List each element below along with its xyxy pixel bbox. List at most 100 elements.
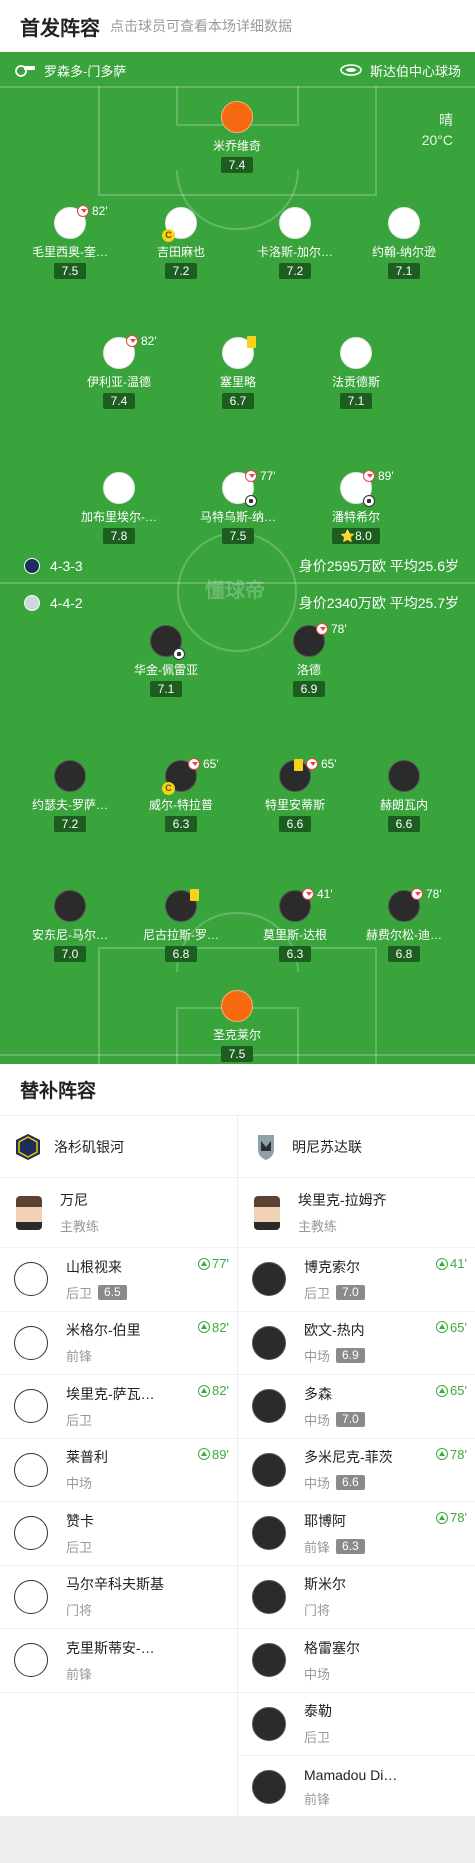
player-position: 中场 bbox=[304, 1476, 331, 1492]
sub-off-tag: 78' bbox=[316, 622, 347, 636]
best-player-star-icon: ⭐ bbox=[340, 529, 356, 543]
player-avatar bbox=[165, 889, 199, 922]
la-galaxy-logo-icon bbox=[24, 558, 40, 574]
player-avatar bbox=[14, 1325, 48, 1360]
player-avatar bbox=[252, 1706, 286, 1741]
player-name: 洛德 bbox=[296, 663, 321, 677]
player-rating: 7.0 bbox=[53, 946, 87, 962]
bench-player-row[interactable]: 克里斯蒂安-… 前锋 bbox=[0, 1629, 237, 1693]
player-avatar bbox=[14, 1389, 48, 1424]
bench-player-row[interactable]: 马尔辛科夫斯基 门将 bbox=[0, 1566, 237, 1629]
player-position: 中场 bbox=[304, 1666, 331, 1682]
bench-team-name: 明尼苏达联 bbox=[292, 1138, 362, 1155]
sub-off-icon bbox=[411, 888, 423, 900]
player-position: 前锋 bbox=[304, 1791, 331, 1807]
yellow-card-icon bbox=[190, 889, 199, 901]
sub-in-icon bbox=[198, 1321, 211, 1333]
away-formation: 4-4-2 bbox=[50, 595, 83, 611]
player-name: 埃里克-萨瓦… bbox=[66, 1385, 155, 1402]
bench-player-row[interactable]: 格雷塞尔 中场 bbox=[238, 1629, 475, 1693]
captain-badge: C bbox=[162, 229, 175, 242]
sub-in-tag: 65' bbox=[436, 1383, 467, 1398]
coach-name: 埃里克-拉姆齐 bbox=[298, 1192, 387, 1208]
player-away-def-3[interactable]: 41' 莫里斯-达根 6.3 bbox=[240, 887, 350, 962]
player-avatar bbox=[252, 1452, 286, 1487]
player-rating: 7.2 bbox=[278, 263, 312, 279]
player-away-gk[interactable]: 圣克莱尔 7.5 bbox=[182, 990, 292, 1062]
player-name: 多森 bbox=[304, 1385, 332, 1402]
player-home-def-1[interactable]: 82' 毛里西奥-奎… 7.5 bbox=[15, 204, 125, 279]
coach-name: 万尼 bbox=[60, 1192, 88, 1208]
bench-coach[interactable]: 埃里克-拉姆齐 主教练 bbox=[238, 1178, 475, 1248]
player-away-def-4[interactable]: 78' 赫费尔松-迪… 6.8 bbox=[349, 887, 459, 962]
referee-info[interactable]: 罗森多-门多萨 bbox=[14, 61, 126, 80]
sub-off-tag: 82' bbox=[126, 334, 157, 348]
bench-player-row[interactable]: 赞卡 后卫 bbox=[0, 1502, 237, 1566]
sub-off-icon bbox=[316, 623, 328, 635]
player-away-mid-3[interactable]: 65' 特里安蒂斯 6.6 bbox=[240, 757, 350, 832]
sub-in-tag: 41' bbox=[436, 1256, 467, 1271]
player-rating: 6.9 bbox=[292, 681, 326, 697]
bench-player-row[interactable]: 欧文-热内 中场 6.9 65' bbox=[238, 1312, 475, 1375]
player-home-fwd-1[interactable]: 加布里埃尔-… 7.8 bbox=[64, 472, 174, 544]
player-away-mid-2[interactable]: 65' C 威尔-特拉普 6.3 bbox=[126, 757, 236, 832]
bench-team-header[interactable]: 洛杉矶银河 bbox=[0, 1116, 237, 1178]
bench-coach[interactable]: 万尼 主教练 bbox=[0, 1178, 237, 1248]
player-name: 米乔维奇 bbox=[212, 139, 261, 153]
player-away-mid-1[interactable]: 约瑟夫-罗萨… 7.2 bbox=[15, 760, 125, 832]
player-home-fwd-3[interactable]: 89' 潘特希尔 ⭐8.0 bbox=[301, 469, 411, 544]
player-avatar bbox=[14, 1579, 48, 1614]
player-name: 华金-佩雷亚 bbox=[134, 663, 198, 677]
home-formation: 4-3-3 bbox=[50, 558, 83, 574]
player-name: 赞卡 bbox=[66, 1512, 94, 1529]
player-home-def-3[interactable]: 卡洛斯-加尔… 7.2 bbox=[240, 207, 350, 279]
player-home-fwd-2[interactable]: 77' 马特乌斯-纳… 7.5 bbox=[183, 469, 293, 544]
sub-in-icon bbox=[198, 1448, 211, 1460]
venue-info[interactable]: 斯达伯中心球场 bbox=[340, 61, 461, 80]
bench-player-row[interactable]: 斯米尔 门将 bbox=[238, 1566, 475, 1629]
player-avatar: 78' bbox=[293, 622, 347, 657]
player-name: 威尔-特拉普 bbox=[149, 798, 213, 812]
player-away-fwd-2[interactable]: 78' 洛德 6.9 bbox=[254, 622, 364, 697]
yellow-card-icon bbox=[294, 759, 303, 771]
bench-player-row[interactable]: 多米尼克-菲茨 中场 6.6 78' bbox=[238, 1439, 475, 1502]
sub-off-icon bbox=[302, 888, 314, 900]
player-home-def-2[interactable]: C 吉田麻也 7.2 bbox=[126, 207, 236, 279]
player-away-fwd-1[interactable]: 华金-佩雷亚 7.1 bbox=[111, 625, 221, 697]
bench-player-row[interactable]: 泰勒 后卫 bbox=[238, 1693, 475, 1756]
bench-player-row[interactable]: 山根视来 后卫 6.5 77' bbox=[0, 1248, 237, 1312]
bench-player-row[interactable]: 埃里克-萨瓦… 后卫 82' bbox=[0, 1375, 237, 1439]
sub-off-icon bbox=[245, 470, 257, 482]
player-avatar bbox=[14, 1262, 48, 1297]
sub-in-tag: 78' bbox=[436, 1447, 467, 1462]
bench-team-header[interactable]: 明尼苏达联 bbox=[238, 1116, 475, 1178]
player-name: 塞里略 bbox=[219, 375, 256, 389]
bench-player-row[interactable]: 博克索尔 后卫 7.0 41' bbox=[238, 1248, 475, 1312]
player-home-gk[interactable]: 米乔维奇 7.4 bbox=[182, 101, 292, 173]
player-home-mid-1[interactable]: 82' 伊利亚-温德 7.4 bbox=[64, 334, 174, 409]
bench-player-row[interactable]: 米格尔-伯里 前锋 82' bbox=[0, 1312, 237, 1375]
sub-in-icon bbox=[198, 1384, 211, 1397]
player-name: 圣克莱尔 bbox=[212, 1028, 261, 1042]
player-home-mid-2[interactable]: 塞里略 6.7 bbox=[183, 336, 293, 409]
sub-in-tag: 65' bbox=[436, 1320, 467, 1335]
player-away-def-2[interactable]: 尼古拉斯-罗… 6.8 bbox=[126, 889, 236, 962]
lineup-page: 首发阵容 点击球员可查看本场详细数据 罗森多-门多萨 斯达伯中心球场 晴 20°… bbox=[0, 0, 475, 1863]
player-position: 门将 bbox=[304, 1603, 331, 1619]
player-away-def-1[interactable]: 安东尼-马尔… 7.0 bbox=[15, 890, 125, 962]
bench-player-row[interactable]: Mamadou Di… 前锋 bbox=[238, 1756, 475, 1820]
player-rating: 7.1 bbox=[149, 681, 183, 697]
player-position: 后卫 bbox=[304, 1285, 331, 1301]
bench-player-row[interactable]: 莱普利 中场 89' bbox=[0, 1439, 237, 1502]
bench-player-row[interactable]: 多森 中场 7.0 65' bbox=[238, 1375, 475, 1439]
player-away-mid-4[interactable]: 赫朗瓦内 6.6 bbox=[349, 760, 459, 832]
bench-player-row[interactable]: 耶博阿 前锋 6.3 78' bbox=[238, 1502, 475, 1566]
player-name: 法贡德斯 bbox=[331, 375, 380, 389]
bench-title: 替补阵容 bbox=[0, 1064, 475, 1116]
player-name: 多米尼克-菲茨 bbox=[304, 1449, 393, 1466]
page-subtitle: 点击球员可查看本场详细数据 bbox=[110, 18, 292, 34]
player-rating: 7.4 bbox=[220, 157, 254, 173]
player-home-def-4[interactable]: 约翰-纳尔逊 7.1 bbox=[349, 207, 459, 279]
player-home-mid-3[interactable]: 法贡德斯 7.1 bbox=[301, 337, 411, 409]
pitch: 罗森多-门多萨 斯达伯中心球场 晴 20°C 懂球帝 4-3-3 身价2595万… bbox=[0, 52, 475, 1064]
